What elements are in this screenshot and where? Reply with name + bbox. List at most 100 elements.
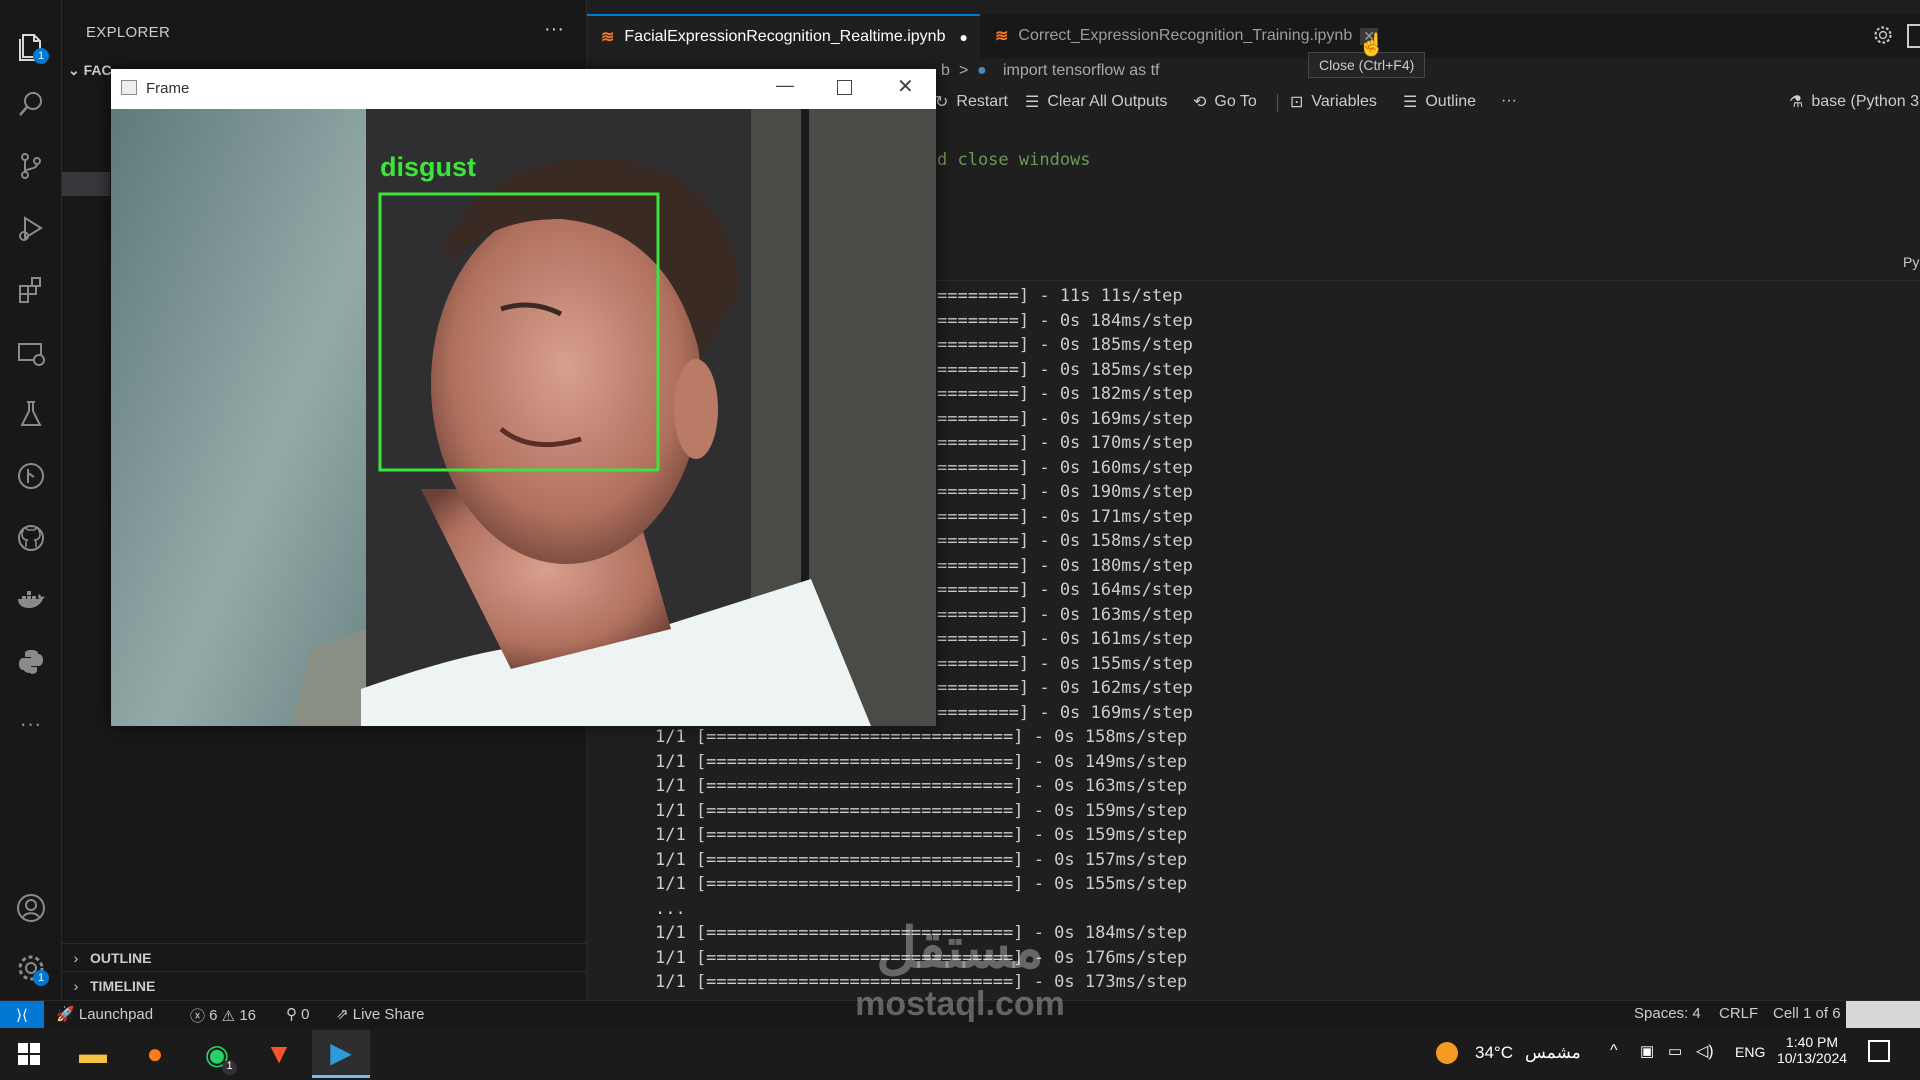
variables-label: Variables xyxy=(1311,93,1377,110)
jupyter-icon: ≋ xyxy=(995,28,1009,45)
clock[interactable]: 1:40 PM 10/13/2024 xyxy=(1772,1034,1852,1066)
explorer-more-button[interactable]: ··· xyxy=(544,18,564,41)
git-graph-icon[interactable] xyxy=(0,448,61,504)
language-indicator[interactable]: ENG xyxy=(1735,1044,1765,1060)
output-line: ========] - 0s 158ms/step xyxy=(937,531,1193,551)
modified-dot-icon[interactable]: ● xyxy=(959,29,967,45)
kernel-picker[interactable]: ⚗ base (Python 3 xyxy=(1789,92,1919,112)
start-button[interactable] xyxy=(0,1030,58,1078)
problems-item[interactable]: ⓧ 6 ⚠ 16 xyxy=(190,1005,256,1026)
output-line: 1/1 [==============================] - 0… xyxy=(655,825,1188,845)
indentation-item[interactable]: Spaces: 4 xyxy=(1634,1005,1701,1022)
code-comment[interactable]: d close windows xyxy=(937,150,1091,170)
watermark-arabic: مستقل xyxy=(876,916,1044,979)
cell-position-item[interactable]: Cell 1 of 6 xyxy=(1773,1005,1841,1022)
chevron-right-icon: › xyxy=(73,978,79,994)
breadcrumb-file[interactable]: b xyxy=(941,62,950,80)
output-line: ========] - 11s 11s/step xyxy=(937,286,1183,306)
editor-tab-bar: ≋ FacialExpressionRecognition_Realtime.i… xyxy=(587,14,1920,59)
output-line: ========] - 0s 185ms/step xyxy=(937,335,1193,355)
frame-title: Frame xyxy=(146,80,190,97)
output-line: ========] - 0s 182ms/step xyxy=(937,384,1193,404)
search-icon[interactable] xyxy=(0,76,61,132)
settings-gear-icon[interactable] xyxy=(1872,24,1894,51)
clear-outputs-button[interactable]: ☰ Clear All Outputs xyxy=(1025,92,1167,112)
settings-gear-icon[interactable]: 1 xyxy=(0,940,61,996)
goto-button[interactable]: ⟲ Go To xyxy=(1193,92,1257,112)
settings-badge: 1 xyxy=(33,970,49,986)
firefox-button[interactable]: ● xyxy=(126,1030,184,1078)
run-debug-icon[interactable] xyxy=(0,200,61,256)
clear-outputs-label: Clear All Outputs xyxy=(1047,93,1168,110)
source-control-icon[interactable] xyxy=(0,138,61,194)
extensions-icon[interactable] xyxy=(0,262,61,318)
output-line: ========] - 0s 169ms/step xyxy=(937,408,1193,429)
split-editor-icon[interactable] xyxy=(1907,24,1920,48)
tab-realtime[interactable]: ≋ FacialExpressionRecognition_Realtime.i… xyxy=(587,14,980,58)
close-icon[interactable]: ✕ xyxy=(897,74,914,99)
frame-window[interactable]: Frame — ✕ disgust xyxy=(111,69,936,726)
eol-item[interactable]: CRLF xyxy=(1719,1005,1758,1022)
tray-chevron-up-icon[interactable]: ^ xyxy=(1610,1042,1618,1060)
ports-item[interactable]: ⚲ 0 xyxy=(286,1005,310,1024)
file-explorer-button[interactable]: ▬ xyxy=(64,1030,122,1078)
explorer-icon[interactable]: 1 xyxy=(0,18,61,74)
goto-label: Go To xyxy=(1214,93,1257,110)
mouse-cursor-icon: ☝ xyxy=(1358,32,1386,57)
accounts-icon[interactable] xyxy=(0,880,61,936)
notifications-icon[interactable] xyxy=(1868,1040,1890,1062)
output-line: ========] - 0s 160ms/step xyxy=(937,457,1193,478)
app-icon xyxy=(121,80,137,95)
remote-explorer-icon[interactable] xyxy=(0,326,61,382)
volume-icon[interactable]: ◁) xyxy=(1696,1041,1714,1061)
weather-condition[interactable]: مشمس xyxy=(1525,1043,1581,1063)
weather-sun-icon xyxy=(1436,1042,1458,1064)
errors-count: 6 xyxy=(209,1007,218,1024)
frame-titlebar[interactable]: Frame — ✕ xyxy=(111,69,936,109)
goto-icon: ⟲ xyxy=(1193,94,1207,111)
warning-icon: ⚠ xyxy=(217,1007,240,1025)
output-line: ... xyxy=(655,898,686,919)
explorer-badge: 1 xyxy=(33,48,49,64)
meet-now-icon[interactable]: ▣ xyxy=(1640,1042,1654,1060)
minimize-icon[interactable]: — xyxy=(776,75,794,96)
variables-button[interactable]: ⊡ Variables xyxy=(1290,92,1377,112)
launchpad-item[interactable]: 🚀 Launchpad xyxy=(56,1005,153,1024)
more-icon[interactable]: ··· xyxy=(0,696,61,752)
presenter-thumbnail xyxy=(1846,1001,1920,1029)
language-marker[interactable]: Py xyxy=(1903,254,1919,270)
folder-header[interactable]: ⌄ FAC xyxy=(68,62,112,79)
whatsapp-badge: 1 xyxy=(222,1060,237,1075)
clock-date: 10/13/2024 xyxy=(1776,1050,1848,1066)
github-icon[interactable] xyxy=(0,510,61,566)
weather-temp[interactable]: 34°C xyxy=(1475,1043,1513,1063)
maximize-icon[interactable] xyxy=(837,80,852,95)
selected-file-row[interactable] xyxy=(62,172,110,196)
remote-indicator[interactable]: ⟩⟨ xyxy=(0,1001,44,1029)
folder-icon: ▬ xyxy=(79,1038,107,1069)
restart-button[interactable]: ↻ Restart xyxy=(935,92,1008,112)
outline-section[interactable]: › OUTLINE xyxy=(62,943,586,972)
brave-button[interactable]: ▼ xyxy=(250,1030,308,1078)
breadcrumb-separator: > xyxy=(959,62,969,79)
python-icon[interactable] xyxy=(0,634,61,690)
breadcrumb-cell[interactable]: import tensorflow as tf xyxy=(1003,62,1160,80)
chevron-down-icon: ⌄ xyxy=(68,62,84,78)
explorer-title: EXPLORER xyxy=(86,24,171,41)
battery-icon[interactable]: ▭ xyxy=(1668,1042,1682,1060)
tab-label: FacialExpressionRecognition_Realtime.ipy… xyxy=(624,28,946,45)
clock-time: 1:40 PM xyxy=(1785,1034,1839,1050)
live-share-icon: ⇗ xyxy=(336,1006,353,1023)
live-share-item[interactable]: ⇗ Live Share xyxy=(336,1005,424,1024)
timeline-section[interactable]: › TIMELINE xyxy=(62,971,586,1000)
toolbar-more-button[interactable]: ··· xyxy=(1501,92,1517,110)
output-line: 1/1 [==============================] - 0… xyxy=(655,727,1188,747)
output-line: 1/1 [==============================] - 0… xyxy=(655,800,1188,821)
variables-icon: ⊡ xyxy=(1290,94,1304,111)
whatsapp-button[interactable]: ◉ 1 xyxy=(188,1030,246,1078)
docker-icon[interactable] xyxy=(0,572,61,628)
vscode-taskbar-button[interactable]: ▶ xyxy=(312,1030,370,1078)
outline-button[interactable]: ☰ Outline xyxy=(1403,92,1476,112)
output-line: ========] - 0s 184ms/step xyxy=(937,310,1193,331)
testing-icon[interactable] xyxy=(0,386,61,442)
